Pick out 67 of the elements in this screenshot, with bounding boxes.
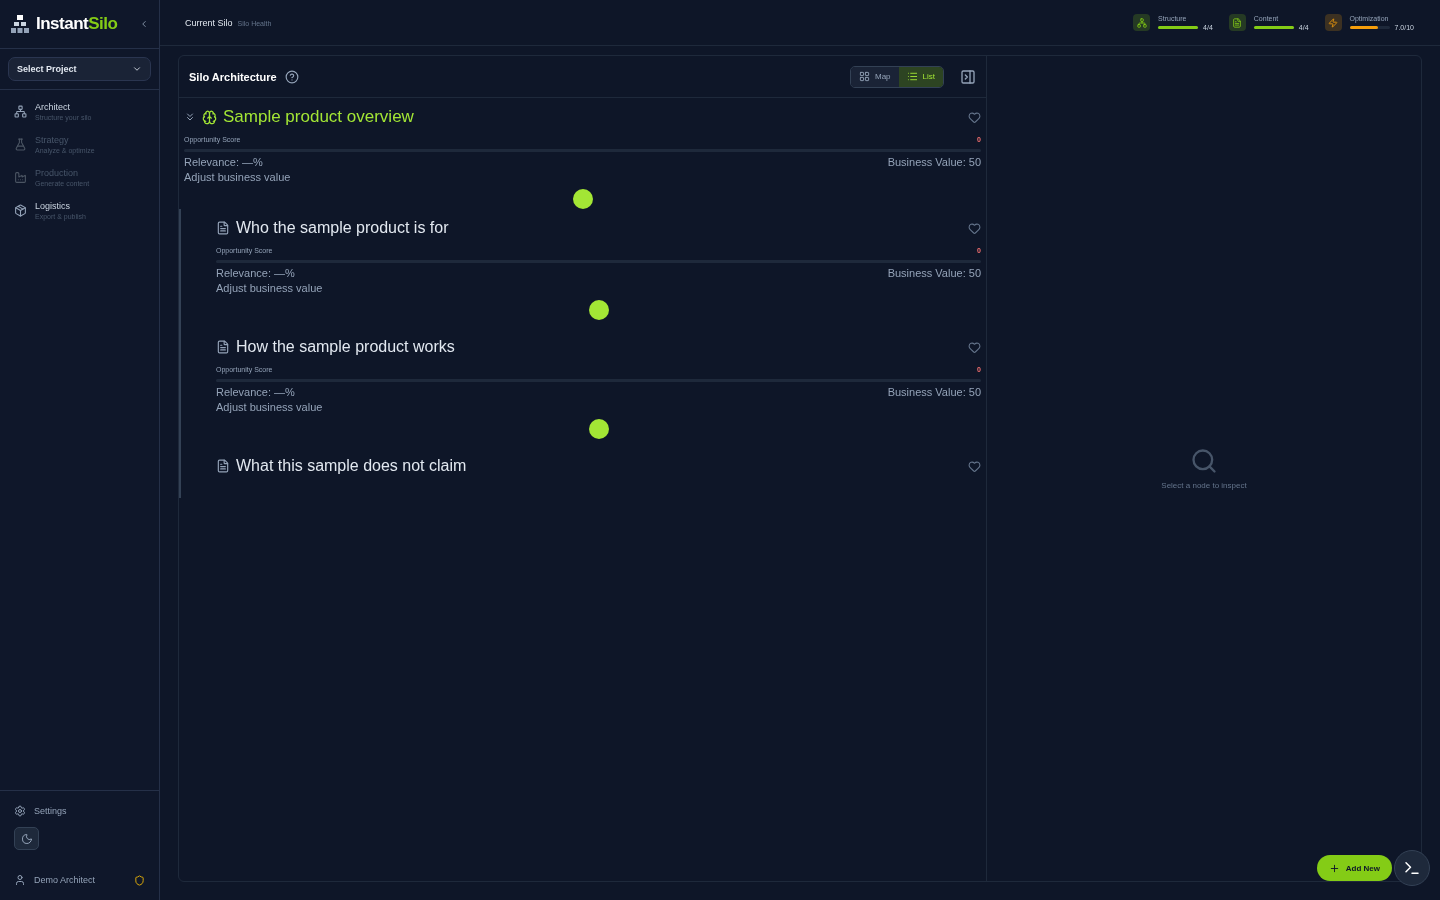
heart-icon [968, 110, 981, 124]
collapse-button[interactable] [184, 111, 196, 123]
panel-toggle-button[interactable] [960, 68, 976, 85]
plus-icon [1328, 862, 1340, 874]
box-icon [14, 204, 27, 217]
terminal-button[interactable] [1394, 850, 1430, 886]
help-icon[interactable] [284, 69, 299, 84]
slider-thumb[interactable] [588, 300, 609, 320]
logo-icon [10, 14, 30, 34]
factory-icon [14, 171, 27, 184]
metric-bar [1253, 25, 1294, 29]
add-new-button[interactable]: Add New [1316, 855, 1392, 881]
hierarchy-icon [1133, 14, 1151, 31]
chevron-down-icon [132, 64, 142, 74]
metric-bar [1158, 25, 1199, 29]
search-icon [1190, 447, 1218, 475]
bolt-icon [1324, 14, 1342, 31]
favorite-button[interactable] [968, 221, 981, 235]
view-tab[interactable]: List [898, 66, 943, 87]
favorite-button[interactable] [968, 110, 981, 124]
settings-link[interactable]: Settings [14, 805, 145, 817]
node-title: How the sample product works [236, 338, 455, 356]
panel-title: Silo Architecture [189, 70, 277, 83]
flask-icon [14, 138, 27, 151]
theme-toggle[interactable] [14, 827, 39, 850]
project-select[interactable]: Select Project [8, 57, 151, 81]
settings-icon [14, 805, 26, 817]
relevance-text: Relevance: —% [184, 156, 263, 168]
slider-thumb[interactable] [572, 189, 593, 209]
business-value: Business Value: 50 [887, 156, 981, 168]
hierarchy-icon [14, 105, 27, 118]
favorite-button[interactable] [968, 459, 981, 473]
relevance-text: Relevance: —% [216, 267, 295, 279]
breadcrumb-title: Current Silo [185, 17, 233, 28]
user-name: Demo Architect [34, 875, 97, 885]
node-title: Who the sample product is for [236, 219, 449, 237]
business-value: Business Value: 50 [887, 267, 981, 279]
moon-icon [20, 832, 33, 845]
heart-icon [968, 221, 981, 235]
chevrons-down-icon [184, 111, 196, 123]
document-icon [216, 459, 230, 473]
relevance-text: Relevance: —% [216, 386, 295, 398]
favorite-button[interactable] [968, 340, 981, 354]
list-icon [906, 71, 918, 82]
slider-label: Adjust business value [216, 282, 324, 294]
panel-icon [960, 68, 976, 85]
collapse-icon[interactable] [139, 19, 149, 29]
slider-thumb[interactable] [588, 419, 609, 439]
shield-icon [134, 874, 145, 886]
slider-label: Adjust business value [184, 171, 292, 183]
user-icon [14, 874, 26, 886]
brand-name: InstantSilo [36, 14, 119, 34]
brain-icon [202, 109, 217, 125]
slider-label: Adjust business value [216, 401, 324, 413]
business-value: Business Value: 50 [887, 386, 981, 398]
document-icon [216, 340, 230, 354]
document-icon [216, 221, 230, 235]
terminal-icon [1403, 859, 1421, 877]
heart-icon [968, 459, 981, 473]
empty-state-text: Select a node to inspect [1161, 481, 1247, 490]
heart-icon [968, 340, 981, 354]
grid-icon [859, 71, 870, 82]
document-icon [1228, 14, 1246, 31]
node-title: What this sample does not claim [236, 457, 467, 475]
view-tab[interactable]: Map [851, 66, 899, 87]
node-title: Sample product overview [223, 107, 414, 127]
metric-bar [1349, 25, 1390, 29]
